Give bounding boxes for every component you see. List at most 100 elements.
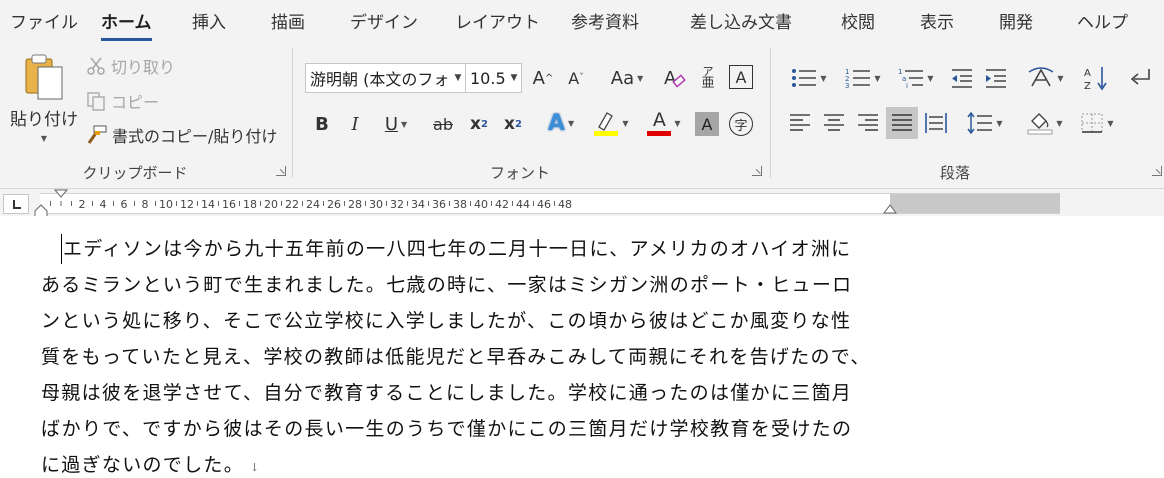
phonetic-guide-button[interactable]: ア 亜 — [697, 62, 719, 94]
superscript-two-icon: 2 — [515, 118, 522, 130]
tab-developer[interactable]: 開発 — [999, 8, 1033, 33]
subscript-button[interactable]: x2 — [466, 110, 492, 138]
distributed-button[interactable] — [922, 109, 950, 137]
shading-button[interactable]: ▼ — [1022, 109, 1068, 137]
align-right-icon — [858, 114, 878, 131]
text-direction-icon — [1029, 67, 1054, 87]
chevron-down-icon[interactable]: ▼ — [451, 73, 465, 83]
scissors-icon — [87, 57, 105, 75]
paragraph-group-label: 段落 — [939, 164, 970, 182]
ruler-label: 26 — [327, 198, 341, 211]
cut-label: 切り取り — [111, 58, 176, 77]
chevron-down-icon[interactable]: ▼ — [507, 73, 521, 83]
subscript-two-icon: 2 — [481, 118, 488, 130]
decrease-indent-icon — [952, 69, 972, 88]
bullets-button[interactable]: ▼ — [786, 64, 832, 92]
text-effects-button[interactable]: A ▼ — [540, 108, 582, 138]
chevron-down-icon[interactable]: ▼ — [41, 134, 47, 143]
format-painter-button[interactable]: 書式のコピー/貼り付け — [86, 123, 277, 147]
cut-button[interactable]: 切り取り — [86, 54, 175, 78]
numbering-button[interactable]: 123 ▼ — [840, 64, 886, 92]
multilevel-list-button[interactable]: 1ai ▼ — [893, 64, 939, 92]
underline-button[interactable]: U ▼ — [376, 110, 416, 138]
chevron-down-icon: ▼ — [996, 118, 1003, 128]
italic-button[interactable]: I — [343, 110, 367, 138]
tab-references[interactable]: 参考資料 — [571, 8, 639, 33]
line-spacing-button[interactable]: ▼ — [964, 109, 1006, 137]
tab-home[interactable]: ホーム — [101, 8, 152, 41]
line-spacing-icon — [967, 112, 993, 134]
increase-indent-button[interactable] — [982, 64, 1010, 92]
show-formatting-button[interactable] — [1124, 64, 1156, 92]
caret-up-icon: ^ — [544, 72, 554, 84]
body-paragraph[interactable]: エディソンは今から九十五年前の一八四七年の二月十一日に、アメリカのオハイオ洲に … — [41, 231, 901, 478]
font-launcher-icon[interactable] — [752, 166, 762, 176]
bold-button[interactable]: B — [310, 110, 334, 138]
text-line: ンという処に移り、そこで公立学校に入学しましたが、この頃から彼はどこか風変りな性 — [41, 310, 852, 332]
font-size-combo[interactable]: 10.5 ▼ — [465, 63, 522, 93]
tab-design[interactable]: デザイン — [350, 8, 418, 33]
tab-file[interactable]: ファイル — [10, 8, 78, 33]
decrease-indent-button[interactable] — [948, 64, 976, 92]
word-window: ファイル ホーム 挿入 描画 デザイン レイアウト 参考資料 差し込み文書 校閲… — [0, 0, 1164, 478]
align-center-icon — [824, 114, 844, 131]
chevron-down-icon: ▼ — [927, 73, 934, 83]
ruler-label: 30 — [369, 198, 383, 211]
highlighter-icon — [594, 112, 619, 136]
ruler-label: 16 — [222, 198, 236, 211]
tab-review[interactable]: 校閲 — [841, 8, 875, 33]
group-divider — [770, 48, 771, 178]
right-indent-marker[interactable] — [883, 204, 897, 214]
tab-insert[interactable]: 挿入 — [192, 8, 226, 33]
svg-text:A: A — [664, 68, 677, 89]
paragraph-launcher-icon[interactable] — [1152, 166, 1162, 176]
tab-layout[interactable]: レイアウト — [455, 8, 540, 33]
superscript-button[interactable]: x2 — [500, 110, 526, 138]
tab-help[interactable]: ヘルプ — [1077, 8, 1128, 33]
tab-mailings[interactable]: 差し込み文書 — [690, 8, 792, 33]
document-page[interactable]: エディソンは今から九十五年前の一八四七年の二月十一日に、アメリカのオハイオ洲に … — [0, 216, 1164, 478]
shrink-font-icon: A — [568, 68, 580, 88]
svg-text:3: 3 — [845, 82, 849, 89]
align-center-button[interactable] — [820, 109, 848, 137]
font-color-button[interactable]: A ▼ — [642, 108, 686, 138]
svg-text:A: A — [1084, 68, 1091, 79]
ruler-label: 48 — [558, 198, 572, 211]
tab-draw[interactable]: 描画 — [271, 8, 305, 33]
clear-formatting-button[interactable]: A — [660, 64, 688, 92]
clipboard-group-label: クリップボード — [82, 164, 188, 182]
text-line: 質をもっていたと見え、学校の教師は低能児だと早呑みこみして両親にそれを告げたので… — [41, 346, 871, 368]
strikethrough-button[interactable]: ab — [428, 110, 458, 138]
ruler-label: 36 — [432, 198, 446, 211]
highlight-color-button[interactable]: ▼ — [589, 108, 633, 138]
paste-button[interactable]: 貼り付け ▼ — [8, 50, 80, 145]
align-right-button[interactable] — [854, 109, 882, 137]
change-case-button[interactable]: Aa ▼ — [603, 64, 651, 92]
align-left-button[interactable] — [786, 109, 814, 137]
bold-icon: B — [315, 113, 329, 135]
ruler-label: 38 — [453, 198, 467, 211]
justify-button[interactable] — [886, 107, 918, 139]
copy-button[interactable]: コピー — [86, 89, 159, 113]
horizontal-ruler[interactable]: 2 4 6 8 10 12 14 16 18 20 22 24 26 28 30 32 34 36 38 40 42 44… — [34, 189, 1060, 218]
character-border-button[interactable]: A — [729, 65, 753, 89]
borders-icon — [1081, 113, 1103, 133]
first-line-indent-marker[interactable] — [54, 189, 68, 199]
tab-selector[interactable] — [3, 194, 29, 214]
character-shading-button[interactable]: A — [695, 112, 719, 136]
text-direction-button[interactable]: ▼ — [1024, 64, 1068, 92]
enclose-characters-button[interactable]: 字 — [729, 112, 753, 136]
sort-button[interactable]: AZ — [1080, 64, 1112, 92]
grow-font-button[interactable]: A ^ — [530, 64, 556, 92]
font-name-combo[interactable]: 游明朝 (本文のフォ ▼ — [305, 63, 466, 93]
distributed-icon — [925, 113, 947, 133]
text-line: あるミランという町で生まれました。七歳の時に、一家はミシガン洲のポート・ヒューロ — [41, 274, 853, 296]
ruler-label: 6 — [121, 198, 128, 211]
copy-icon — [87, 92, 105, 111]
phonetic-guide-bottom: 亜 — [701, 76, 715, 91]
strikethrough-icon: ab — [433, 114, 453, 134]
clipboard-launcher-icon[interactable] — [276, 166, 286, 176]
borders-button[interactable]: ▼ — [1074, 109, 1120, 137]
shrink-font-button[interactable]: Aˇ — [563, 64, 589, 92]
tab-view[interactable]: 表示 — [920, 8, 954, 33]
